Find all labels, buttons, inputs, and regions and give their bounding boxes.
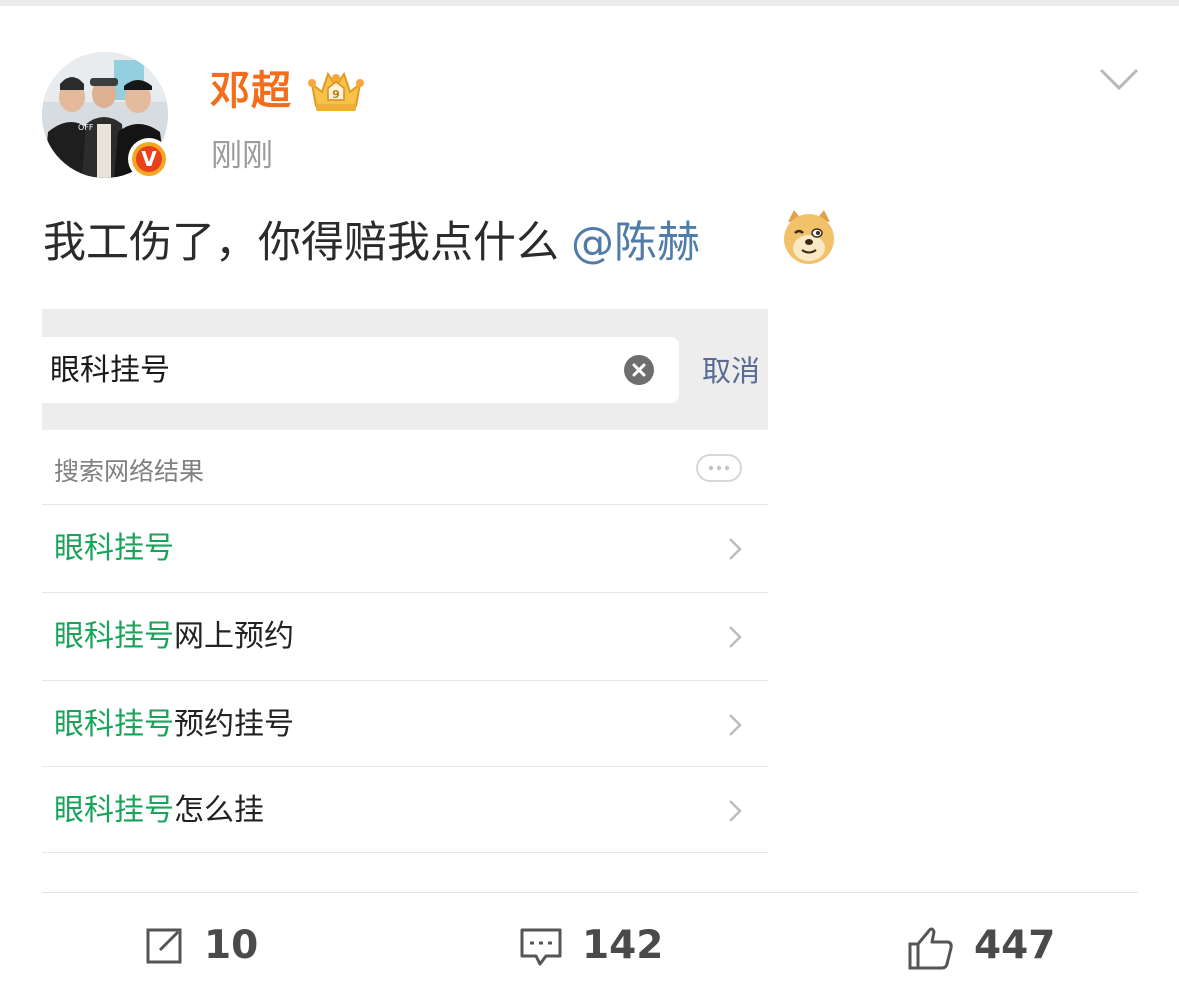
embedded-screenshot[interactable]: 眼科挂号 取消 搜索网络结果 眼科挂号 眼科挂号网上预约 眼科挂号预约挂号 眼科…: [42, 309, 768, 853]
post-time: 刚刚: [211, 138, 273, 174]
repost-count: 10: [204, 923, 259, 968]
svg-text:9: 9: [332, 88, 340, 101]
like-button[interactable]: 447: [904, 918, 1064, 974]
post-text: 我工伤了，你得赔我点什么 @陈赫: [43, 214, 700, 272]
result-item[interactable]: 眼科挂号网上预约: [54, 617, 294, 657]
divider: [42, 592, 768, 593]
search-query: 眼科挂号: [50, 353, 170, 388]
action-divider: [42, 892, 1138, 893]
comment-icon: [520, 928, 562, 966]
divider: [42, 504, 768, 505]
divider: [42, 766, 768, 767]
verified-v-icon: V: [136, 146, 162, 172]
chevron-right-icon: [729, 714, 742, 736]
post-body: 我工伤了，你得赔我点什么: [43, 218, 559, 268]
result-item[interactable]: 眼科挂号预约挂号: [54, 705, 294, 745]
crown-vip-icon: 9: [308, 71, 364, 111]
crop-fade: [672, 821, 768, 853]
chevron-right-icon: [729, 538, 742, 560]
user-name[interactable]: 邓超: [210, 66, 292, 116]
section-header: 搜索网络结果: [54, 457, 205, 486]
svg-text:OFF: OFF: [78, 123, 94, 132]
like-count: 447: [974, 923, 1056, 968]
more-dots-icon[interactable]: [696, 454, 742, 482]
chevron-right-icon: [729, 626, 742, 648]
repost-button[interactable]: 10: [140, 918, 270, 974]
clear-x-icon[interactable]: [624, 355, 654, 385]
result-item[interactable]: 眼科挂号: [54, 529, 174, 569]
verified-badge: V: [128, 138, 170, 180]
repost-icon: [146, 928, 182, 964]
chevron-down-icon[interactable]: [1097, 64, 1141, 94]
divider: [42, 852, 768, 853]
cancel-button[interactable]: 取消: [702, 351, 760, 391]
comment-button[interactable]: 142: [516, 918, 676, 974]
mention-link[interactable]: @陈赫: [571, 218, 700, 268]
comment-count: 142: [582, 923, 664, 968]
top-divider: [0, 0, 1179, 6]
doge-emoji: [784, 210, 834, 264]
result-item[interactable]: 眼科挂号怎么挂: [54, 791, 264, 831]
divider: [42, 680, 768, 681]
thumbs-up-icon: [908, 927, 953, 970]
